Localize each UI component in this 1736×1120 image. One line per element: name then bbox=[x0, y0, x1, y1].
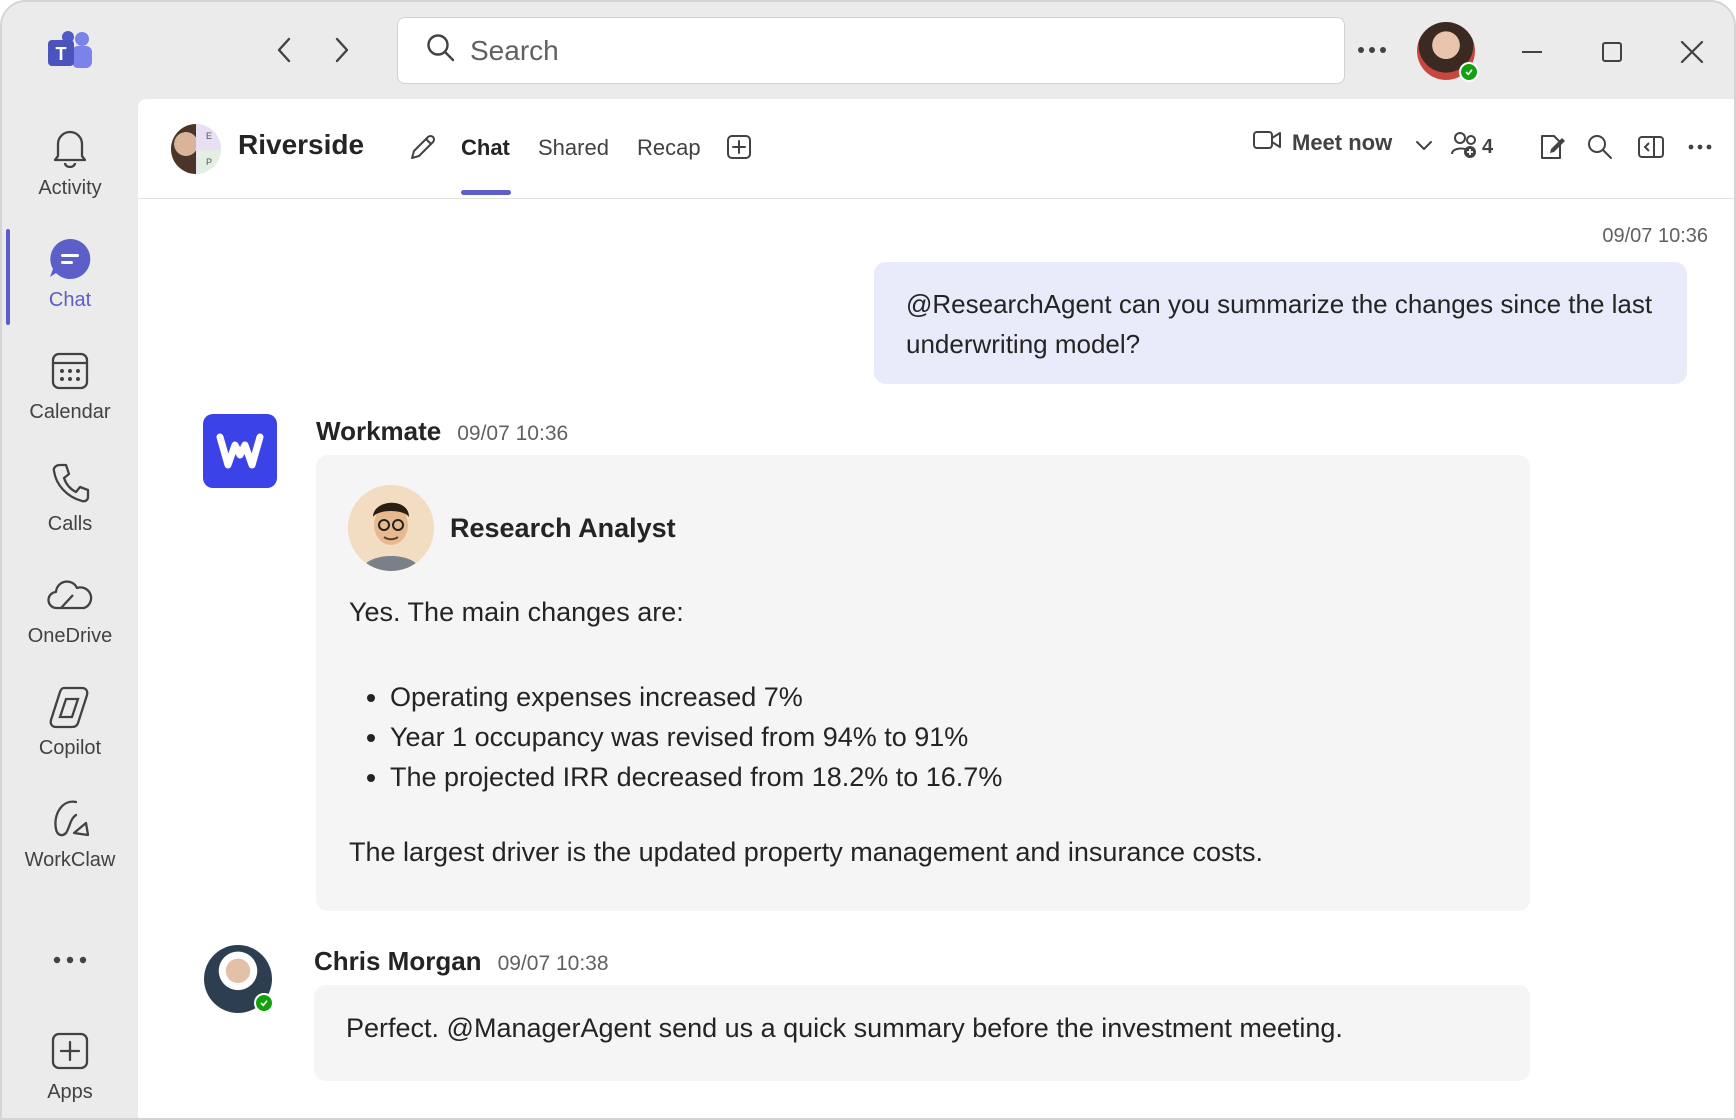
rail-label: OneDrive bbox=[27, 625, 113, 647]
add-app-icon bbox=[46, 1027, 94, 1075]
rail-label: WorkClaw bbox=[24, 849, 116, 871]
message-timestamp: 09/07 10:36 bbox=[457, 422, 569, 445]
profile-avatar[interactable] bbox=[1417, 22, 1479, 82]
message-header: Chris Morgan 09/07 10:38 bbox=[314, 946, 609, 977]
group-avatar[interactable]: E P bbox=[171, 124, 221, 174]
tab-recap[interactable]: Recap bbox=[637, 135, 701, 161]
chat-header: E P Riverside Chat Shared Recap Meet now bbox=[138, 99, 1734, 199]
meet-now-label: Meet now bbox=[1292, 129, 1393, 155]
tab-chat[interactable]: Chat bbox=[461, 135, 510, 161]
member-initial: E bbox=[197, 124, 221, 148]
copilot-icon bbox=[46, 683, 94, 731]
chat-icon bbox=[46, 235, 94, 283]
list-item: Year 1 occupancy was revised from 94% to… bbox=[390, 717, 1002, 757]
rail-label: Copilot bbox=[38, 737, 102, 759]
rail-item-calendar[interactable]: Calendar bbox=[2, 339, 138, 443]
rail-item-apps[interactable]: Apps bbox=[2, 1019, 138, 1118]
member-initial: P bbox=[197, 150, 221, 174]
chris-message-bubble[interactable]: Perfect. @ManagerAgent send us a quick s… bbox=[314, 985, 1530, 1081]
message-timestamp: 09/07 10:38 bbox=[497, 952, 609, 975]
search-placeholder: Search bbox=[470, 34, 559, 66]
maximize-button[interactable] bbox=[1590, 30, 1634, 74]
forward-button[interactable] bbox=[322, 30, 362, 70]
add-tab-icon[interactable] bbox=[726, 134, 752, 165]
tab-shared[interactable]: Shared bbox=[538, 135, 609, 161]
chat-pane: E P Riverside Chat Shared Recap Meet now bbox=[138, 99, 1734, 1118]
rail-item-activity[interactable]: Activity bbox=[2, 115, 138, 219]
rail-more-apps-button[interactable] bbox=[2, 931, 138, 981]
rail-item-calls[interactable]: Calls bbox=[2, 451, 138, 555]
list-item: The projected IRR decreased from 18.2% t… bbox=[390, 757, 1002, 797]
edit-name-icon[interactable] bbox=[408, 132, 438, 167]
sender-name[interactable]: Chris Morgan bbox=[314, 946, 482, 977]
minimize-button[interactable] bbox=[1510, 30, 1554, 74]
people-add-icon bbox=[1450, 130, 1480, 165]
rail-label: Apps bbox=[47, 1081, 93, 1103]
rail-label: Calendar bbox=[29, 401, 111, 423]
presence-available-icon bbox=[1459, 62, 1479, 82]
rail-label: Activity bbox=[38, 177, 102, 199]
card-outro-text: The largest driver is the updated proper… bbox=[349, 837, 1264, 867]
phone-icon bbox=[46, 459, 94, 507]
title-bar: T Search bbox=[2, 2, 1734, 99]
svg-text:T: T bbox=[56, 44, 67, 64]
cloud-icon bbox=[46, 571, 94, 619]
list-item: Operating expenses increased 7% bbox=[390, 677, 1002, 717]
close-window-button[interactable] bbox=[1670, 30, 1714, 74]
bell-icon bbox=[46, 123, 94, 171]
message-timestamp: 09/07 10:36 bbox=[1602, 225, 1708, 247]
research-analyst-avatar bbox=[348, 485, 434, 571]
chris-morgan-avatar[interactable] bbox=[204, 945, 274, 1013]
presence-available-icon bbox=[254, 993, 274, 1013]
teams-window: T Search Activity Chat Calendar Calls On… bbox=[0, 0, 1736, 1120]
rail-item-onedrive[interactable]: OneDrive bbox=[2, 563, 138, 667]
rail-item-chat[interactable]: Chat bbox=[2, 227, 138, 331]
teams-logo-icon[interactable]: T bbox=[46, 30, 94, 72]
app-rail: Activity Chat Calendar Calls OneDrive Co… bbox=[2, 99, 138, 1118]
search-in-chat-icon[interactable] bbox=[1584, 131, 1616, 163]
rail-item-workclaw[interactable]: WorkClaw bbox=[2, 787, 138, 891]
chevron-down-icon[interactable] bbox=[1414, 139, 1434, 158]
changes-list: Operating expenses increased 7% Year 1 o… bbox=[390, 677, 1002, 797]
workclaw-icon bbox=[46, 795, 94, 843]
research-analyst-card: Research Analyst Yes. The main changes a… bbox=[316, 455, 1530, 911]
card-title: Research Analyst bbox=[450, 513, 676, 543]
video-camera-icon bbox=[1252, 129, 1282, 156]
search-input[interactable]: Search bbox=[397, 17, 1345, 84]
message-header: Workmate 09/07 10:36 bbox=[316, 416, 568, 447]
more-options-button[interactable] bbox=[1352, 30, 1392, 70]
card-intro-text: Yes. The main changes are: bbox=[349, 597, 684, 627]
workmate-avatar[interactable] bbox=[203, 414, 277, 488]
active-tab-indicator bbox=[461, 190, 511, 195]
more-horizontal-icon bbox=[46, 939, 94, 981]
meet-now-button[interactable]: Meet now bbox=[1252, 129, 1392, 156]
calendar-icon bbox=[46, 347, 94, 395]
participant-count: 4 bbox=[1482, 136, 1494, 158]
chat-title: Riverside bbox=[238, 129, 365, 160]
rail-label: Calls bbox=[47, 513, 93, 535]
member-photo bbox=[171, 124, 196, 174]
participants-button[interactable]: 4 bbox=[1450, 130, 1493, 165]
sender-name[interactable]: Workmate bbox=[316, 416, 441, 447]
my-message-bubble[interactable]: @ResearchAgent can you summarize the cha… bbox=[874, 262, 1687, 384]
rail-label: Chat bbox=[48, 289, 92, 311]
back-button[interactable] bbox=[264, 30, 304, 70]
notes-icon[interactable] bbox=[1536, 131, 1568, 163]
search-icon bbox=[426, 33, 456, 68]
pop-out-icon[interactable] bbox=[1635, 131, 1667, 163]
rail-item-copilot[interactable]: Copilot bbox=[2, 675, 138, 779]
more-options-icon[interactable] bbox=[1684, 131, 1716, 163]
